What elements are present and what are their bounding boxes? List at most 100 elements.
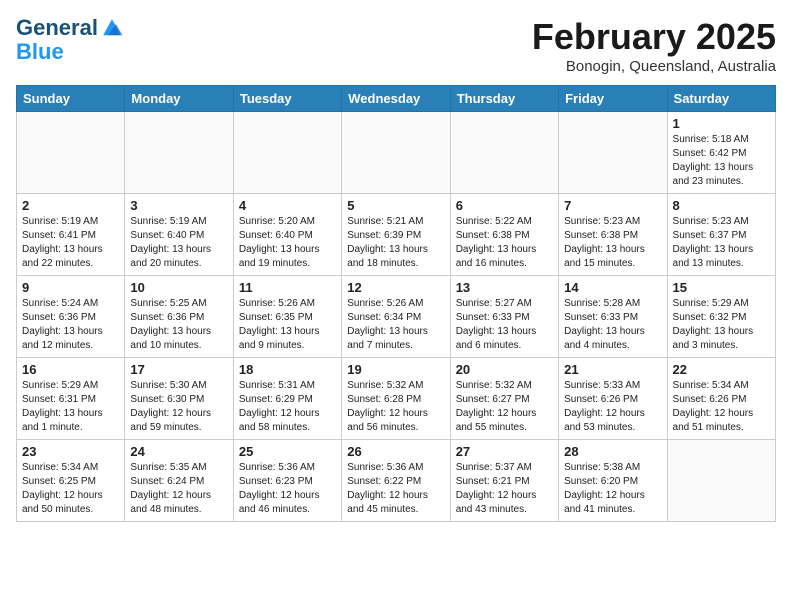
day-info: Sunrise: 5:32 AM Sunset: 6:27 PM Dayligh… [456,379,553,435]
day-info: Sunrise: 5:32 AM Sunset: 6:28 PM Dayligh… [347,379,444,435]
logo-icon [100,16,124,40]
day-number: 13 [456,280,553,295]
location: Bonogin, Queensland, Australia [532,58,776,75]
calendar-cell: 12 Sunrise: 5:26 AM Sunset: 6:34 PM Dayli… [342,276,450,358]
calendar-table: SundayMondayTuesdayWednesdayThursdayFrid… [16,85,776,522]
day-number: 24 [130,444,227,459]
day-number: 9 [22,280,119,295]
day-number: 10 [130,280,227,295]
day-number: 25 [239,444,336,459]
calendar-cell: 4 Sunrise: 5:20 AM Sunset: 6:40 PM Daylig… [233,194,341,276]
day-number: 5 [347,198,444,213]
calendar-cell: 16Sunrise: 5:29 AM Sunset: 6:31 PM Dayli… [17,358,125,440]
calendar-cell: 5 Sunrise: 5:21 AM Sunset: 6:39 PM Daylig… [342,194,450,276]
day-info: Sunrise: 5:37 AM Sunset: 6:21 PM Dayligh… [456,461,553,517]
day-number: 8 [673,198,770,213]
day-info: Sunrise: 5:22 AM Sunset: 6:38 PM Dayligh… [456,215,553,271]
day-number: 15 [673,280,770,295]
calendar-cell: 27 Sunrise: 5:37 AM Sunset: 6:21 PM Dayli… [450,440,558,522]
day-number: 3 [130,198,227,213]
day-info: Sunrise: 5:23 AM Sunset: 6:38 PM Dayligh… [564,215,661,271]
calendar-cell [559,112,667,194]
day-info: Sunrise: 5:20 AM Sunset: 6:40 PM Dayligh… [239,215,336,271]
calendar-cell [233,112,341,194]
day-number: 26 [347,444,444,459]
day-number: 14 [564,280,661,295]
weekday-header: Sunday [17,86,125,112]
weekday-header: Friday [559,86,667,112]
calendar-week-row: 1 Sunrise: 5:18 AM Sunset: 6:42 PM Daylig… [17,112,776,194]
day-info: Sunrise: 5:38 AM Sunset: 6:20 PM Dayligh… [564,461,661,517]
logo-subtext: Blue [16,39,64,64]
calendar-cell: 19 Sunrise: 5:32 AM Sunset: 6:28 PM Dayli… [342,358,450,440]
day-number: 18 [239,362,336,377]
calendar-cell: 2 Sunrise: 5:19 AM Sunset: 6:41 PM Daylig… [17,194,125,276]
calendar-cell [667,440,775,522]
page-header: General Blue February 2025 Bonogin, Quee… [16,16,776,75]
day-number: 12 [347,280,444,295]
logo: General Blue [16,16,124,64]
logo-text: General [16,16,98,40]
day-number: 27 [456,444,553,459]
calendar-cell: 3 Sunrise: 5:19 AM Sunset: 6:40 PM Daylig… [125,194,233,276]
calendar-cell: 20 Sunrise: 5:32 AM Sunset: 6:27 PM Dayli… [450,358,558,440]
day-number: 28 [564,444,661,459]
day-info: Sunrise: 5:29 AM Sunset: 6:31 PM Dayligh… [22,379,119,435]
calendar-cell: 17 Sunrise: 5:30 AM Sunset: 6:30 PM Dayli… [125,358,233,440]
day-info: Sunrise: 5:36 AM Sunset: 6:23 PM Dayligh… [239,461,336,517]
day-info: Sunrise: 5:28 AM Sunset: 6:33 PM Dayligh… [564,297,661,353]
calendar-week-row: 16Sunrise: 5:29 AM Sunset: 6:31 PM Dayli… [17,358,776,440]
day-number: 21 [564,362,661,377]
calendar-cell: 25 Sunrise: 5:36 AM Sunset: 6:23 PM Dayli… [233,440,341,522]
calendar-cell: 18Sunrise: 5:31 AM Sunset: 6:29 PM Dayli… [233,358,341,440]
day-info: Sunrise: 5:26 AM Sunset: 6:34 PM Dayligh… [347,297,444,353]
calendar-cell: 13Sunrise: 5:27 AM Sunset: 6:33 PM Dayli… [450,276,558,358]
day-number: 6 [456,198,553,213]
weekday-header: Tuesday [233,86,341,112]
day-info: Sunrise: 5:30 AM Sunset: 6:30 PM Dayligh… [130,379,227,435]
weekday-header: Monday [125,86,233,112]
calendar-header-row: SundayMondayTuesdayWednesdayThursdayFrid… [17,86,776,112]
day-number: 19 [347,362,444,377]
calendar-cell: 9 Sunrise: 5:24 AM Sunset: 6:36 PM Daylig… [17,276,125,358]
calendar-cell: 21 Sunrise: 5:33 AM Sunset: 6:26 PM Dayli… [559,358,667,440]
day-info: Sunrise: 5:34 AM Sunset: 6:26 PM Dayligh… [673,379,770,435]
day-info: Sunrise: 5:18 AM Sunset: 6:42 PM Dayligh… [673,133,770,189]
day-number: 4 [239,198,336,213]
day-info: Sunrise: 5:34 AM Sunset: 6:25 PM Dayligh… [22,461,119,517]
calendar-cell: 24 Sunrise: 5:35 AM Sunset: 6:24 PM Dayli… [125,440,233,522]
day-number: 11 [239,280,336,295]
weekday-header: Thursday [450,86,558,112]
calendar-week-row: 9 Sunrise: 5:24 AM Sunset: 6:36 PM Daylig… [17,276,776,358]
calendar-cell: 7Sunrise: 5:23 AM Sunset: 6:38 PM Daylig… [559,194,667,276]
day-info: Sunrise: 5:33 AM Sunset: 6:26 PM Dayligh… [564,379,661,435]
calendar-cell: 28 Sunrise: 5:38 AM Sunset: 6:20 PM Dayli… [559,440,667,522]
day-info: Sunrise: 5:35 AM Sunset: 6:24 PM Dayligh… [130,461,227,517]
calendar-cell [450,112,558,194]
day-number: 17 [130,362,227,377]
calendar-cell: 26 Sunrise: 5:36 AM Sunset: 6:22 PM Dayli… [342,440,450,522]
day-number: 22 [673,362,770,377]
calendar-cell: 23Sunrise: 5:34 AM Sunset: 6:25 PM Dayli… [17,440,125,522]
calendar-cell: 14 Sunrise: 5:28 AM Sunset: 6:33 PM Dayli… [559,276,667,358]
day-info: Sunrise: 5:24 AM Sunset: 6:36 PM Dayligh… [22,297,119,353]
day-number: 20 [456,362,553,377]
calendar-cell: 22 Sunrise: 5:34 AM Sunset: 6:26 PM Dayli… [667,358,775,440]
calendar-cell: 15Sunrise: 5:29 AM Sunset: 6:32 PM Dayli… [667,276,775,358]
calendar-cell: 11 Sunrise: 5:26 AM Sunset: 6:35 PM Dayli… [233,276,341,358]
weekday-header: Saturday [667,86,775,112]
day-info: Sunrise: 5:21 AM Sunset: 6:39 PM Dayligh… [347,215,444,271]
day-info: Sunrise: 5:19 AM Sunset: 6:41 PM Dayligh… [22,215,119,271]
day-number: 1 [673,116,770,131]
calendar-cell: 1 Sunrise: 5:18 AM Sunset: 6:42 PM Daylig… [667,112,775,194]
day-info: Sunrise: 5:26 AM Sunset: 6:35 PM Dayligh… [239,297,336,353]
day-info: Sunrise: 5:23 AM Sunset: 6:37 PM Dayligh… [673,215,770,271]
calendar-cell: 10Sunrise: 5:25 AM Sunset: 6:36 PM Dayli… [125,276,233,358]
calendar-week-row: 23Sunrise: 5:34 AM Sunset: 6:25 PM Dayli… [17,440,776,522]
weekday-header: Wednesday [342,86,450,112]
calendar-cell [17,112,125,194]
calendar-week-row: 2 Sunrise: 5:19 AM Sunset: 6:41 PM Daylig… [17,194,776,276]
day-info: Sunrise: 5:19 AM Sunset: 6:40 PM Dayligh… [130,215,227,271]
day-number: 2 [22,198,119,213]
day-info: Sunrise: 5:36 AM Sunset: 6:22 PM Dayligh… [347,461,444,517]
